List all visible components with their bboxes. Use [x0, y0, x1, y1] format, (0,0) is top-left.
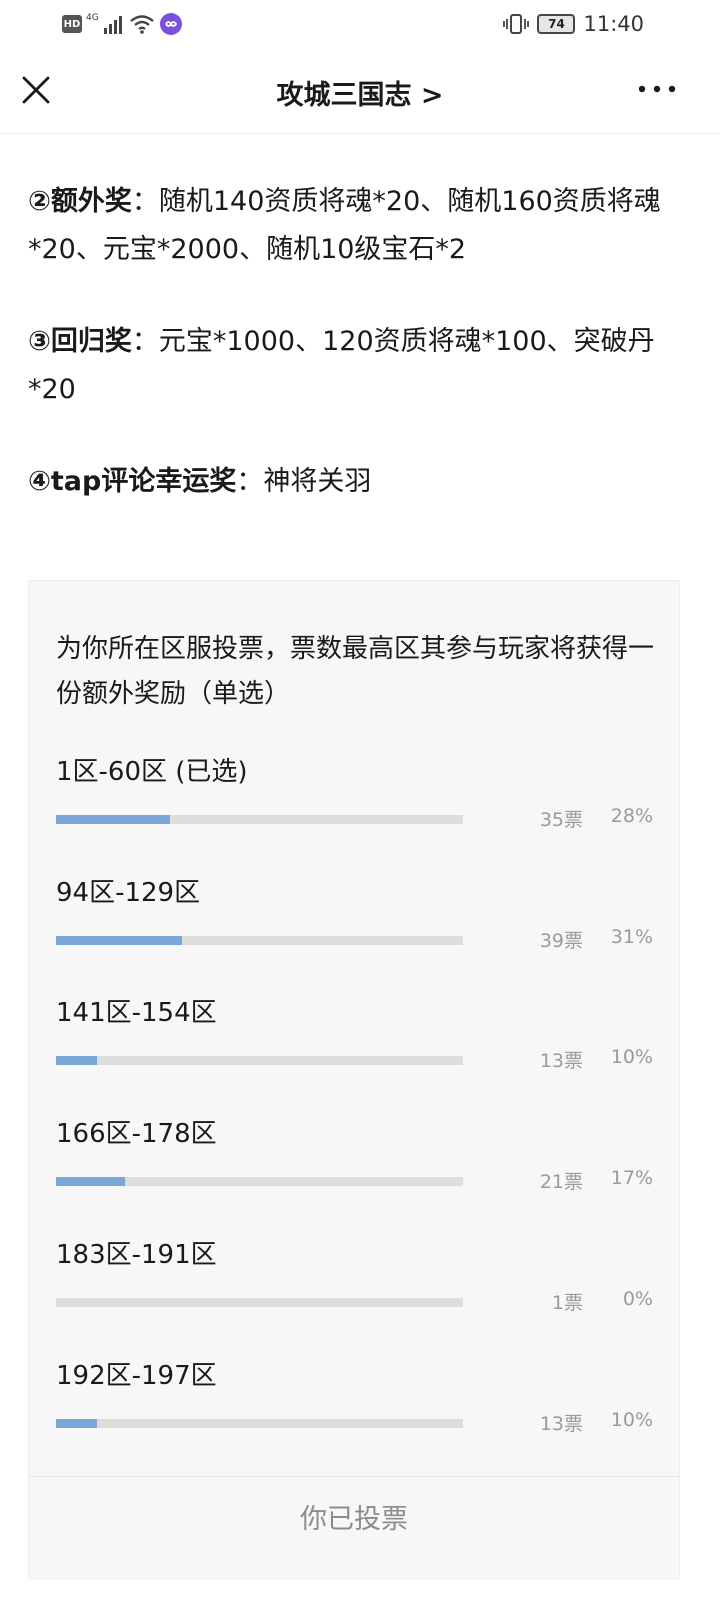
- vote-count: 35票: [539, 809, 583, 831]
- battery-indicator: 74: [537, 14, 576, 34]
- vote-bar-track: [56, 815, 463, 824]
- vote-option-label: 166区-178区: [56, 1119, 217, 1149]
- status-left: HD 4G: [62, 12, 183, 36]
- article-content: ②额外奖：随机140资质将魂*20、随机160资质将魂*20、元宝*2000、随…: [28, 178, 688, 550]
- vote-count: 39票: [539, 930, 583, 952]
- vote-bar-track: [56, 1177, 463, 1186]
- vote-option-label: 94区-129区: [56, 878, 201, 908]
- status-time: 11:40: [583, 12, 644, 36]
- vote-option[interactable]: 141区-154区 13票 10%: [56, 992, 656, 1102]
- vote-option[interactable]: 166区-178区 21票 17%: [56, 1113, 656, 1223]
- vote-option[interactable]: 192区-197区 13票 10%: [56, 1355, 656, 1465]
- vibrate-icon: [503, 14, 530, 34]
- reward-text-lucky: ：神将关羽: [236, 466, 372, 497]
- reward-paragraph-lucky: ④tap评论幸运奖：神将关羽: [28, 458, 688, 506]
- nav-bar: 攻城三国志 >: [0, 48, 720, 134]
- reward-paragraph-return: ③回归奖：元宝*1000、120资质将魂*100、突破丹*20: [28, 318, 688, 414]
- vote-percent: 10%: [610, 1409, 653, 1431]
- vote-bar-track: [56, 1419, 463, 1428]
- wifi-icon: [129, 15, 154, 34]
- reward-heading-return: ③回归奖: [28, 326, 132, 357]
- reward-heading-lucky: ④tap评论幸运奖: [28, 466, 237, 497]
- vote-bar-fill: [56, 815, 170, 824]
- vote-option-label: 1区-60区 (已选): [56, 757, 248, 787]
- page-title[interactable]: 攻城三国志 >: [0, 73, 720, 112]
- hd-badge: HD: [62, 15, 82, 33]
- vote-question: 为你所在区服投票，票数最高区其参与玩家将获得一份额外奖励（单选）: [56, 634, 655, 709]
- vote-option[interactable]: 94区-129区 39票 31%: [56, 872, 656, 982]
- network-type: 4G: [86, 13, 99, 23]
- vote-option[interactable]: 1区-60区 (已选) 35票 28%: [56, 751, 656, 861]
- vote-bar-fill: [56, 1056, 97, 1065]
- voted-status-button[interactable]: 你已投票: [29, 1476, 679, 1556]
- vote-bar-fill: [56, 1419, 97, 1428]
- vote-count: 21票: [539, 1171, 583, 1193]
- vote-percent: 10%: [610, 1046, 653, 1068]
- vote-bar-fill: [56, 936, 183, 945]
- vote-percent: 31%: [610, 926, 653, 948]
- more-options-icon[interactable]: [634, 74, 680, 104]
- vote-percent: 17%: [610, 1167, 653, 1189]
- reward-heading-extra: ②额外奖: [28, 186, 132, 217]
- vote-card: 为你所在区服投票，票数最高区其参与玩家将获得一份额外奖励（单选） 1区-60区 …: [28, 580, 680, 1580]
- reward-paragraph-extra: ②额外奖：随机140资质将魂*20、随机160资质将魂*20、元宝*2000、随…: [28, 178, 688, 274]
- vote-count: 13票: [539, 1050, 583, 1072]
- vote-bar-track: [56, 936, 463, 945]
- vote-bar-fill: [56, 1177, 126, 1186]
- vote-count: 1票: [551, 1292, 583, 1314]
- status-bar: HD 4G 74 11:40: [0, 0, 720, 48]
- vote-option-label: 183区-191区: [56, 1240, 217, 1270]
- vote-percent: 0%: [622, 1288, 653, 1310]
- vote-option-label: 192区-197区: [56, 1361, 217, 1391]
- vote-count: 13票: [539, 1413, 583, 1435]
- signal-icon: [103, 16, 122, 34]
- vote-bar-track: [56, 1298, 463, 1307]
- vote-option-label: 141区-154区: [56, 998, 217, 1028]
- vote-bar-track: [56, 1056, 463, 1065]
- app-notification-icon: [159, 13, 182, 35]
- status-right: 74 11:40: [503, 12, 644, 36]
- vote-option[interactable]: 183区-191区 1票 0%: [56, 1234, 656, 1344]
- vote-percent: 28%: [610, 805, 653, 827]
